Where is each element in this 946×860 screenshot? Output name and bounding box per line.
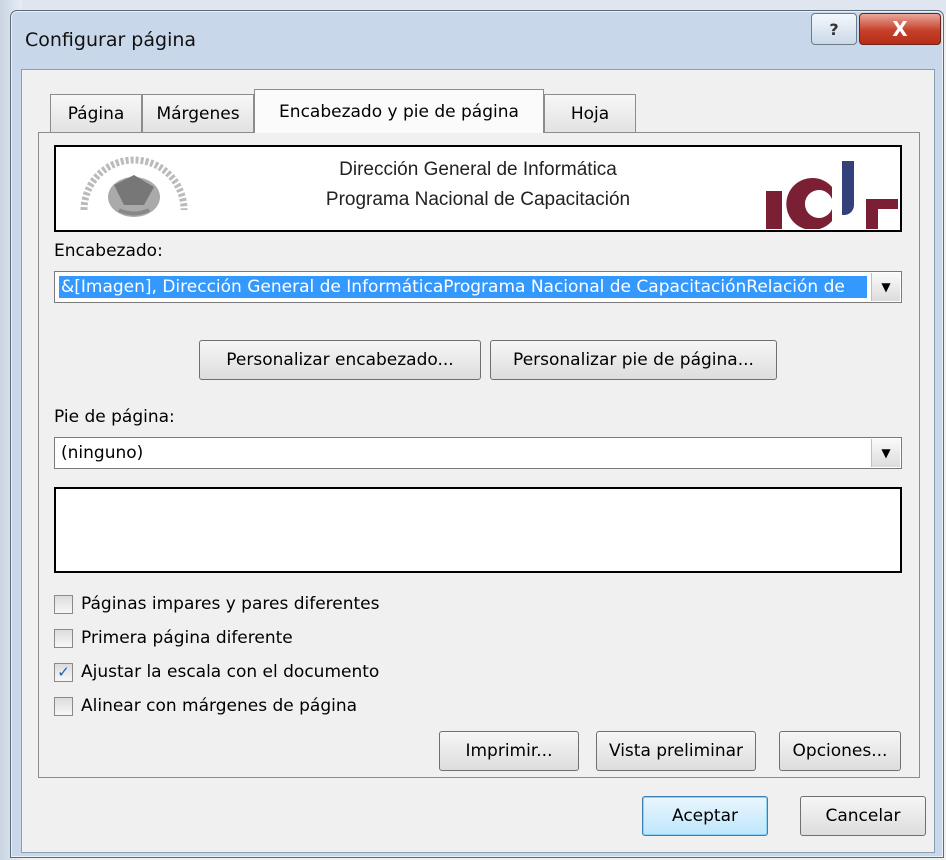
- checkbox-box[interactable]: [54, 594, 73, 614]
- tab-panel: Dirección General de Informática Program…: [38, 132, 920, 778]
- footer-preview: [54, 487, 902, 573]
- checkbox-label: Primera página diferente: [81, 628, 293, 648]
- footer-label: Pie de página:: [54, 407, 175, 427]
- checkbox-box[interactable]: [54, 696, 73, 716]
- tab-margenes[interactable]: Márgenes: [142, 94, 254, 132]
- ok-button[interactable]: Aceptar: [642, 796, 768, 836]
- checkbox-label: Alinear con márgenes de página: [81, 696, 358, 716]
- header-combobox-value: &[Imagen], Dirección General de Informát…: [59, 276, 867, 298]
- checkbox-label: Páginas impares y pares diferentes: [81, 594, 380, 614]
- title-bar[interactable]: Configurar página ? X: [11, 11, 943, 69]
- chevron-down-icon[interactable]: ▼: [871, 273, 900, 301]
- checkbox-first-page[interactable]: Primera página diferente: [54, 625, 293, 651]
- page-setup-dialog: Configurar página ? X Página Márgenes En…: [10, 10, 944, 858]
- checkbox-scale-with-document[interactable]: ✓ Ajustar la escala con el documento: [54, 659, 379, 685]
- options-button[interactable]: Opciones...: [779, 731, 901, 771]
- footer-combobox-value: (ninguno): [61, 443, 144, 463]
- header-combobox[interactable]: &[Imagen], Dirección General de Informát…: [54, 271, 902, 303]
- tab-hoja[interactable]: Hoja: [544, 94, 636, 132]
- header-preview: Dirección General de Informática Program…: [54, 145, 902, 232]
- tab-encabezado-pie[interactable]: Encabezado y pie de página: [254, 89, 544, 133]
- dgi-logo: [766, 161, 898, 229]
- header-label-text: Encabezado:: [54, 241, 163, 261]
- custom-header-button[interactable]: Personalizar encabezado...: [199, 340, 481, 380]
- header-label: Encabezado:: [54, 241, 163, 261]
- footer-combobox[interactable]: (ninguno) ▼: [54, 437, 902, 469]
- checkbox-label: Ajustar la escala con el documento: [81, 662, 380, 682]
- cancel-button[interactable]: Cancelar: [800, 796, 926, 836]
- tab-pagina[interactable]: Página: [50, 94, 142, 132]
- window-title: Configurar página: [25, 29, 197, 51]
- help-button[interactable]: ?: [811, 13, 857, 45]
- checkmark-icon[interactable]: ✓: [54, 662, 73, 682]
- checkbox-align-margins[interactable]: Alinear con márgenes de página: [54, 693, 357, 719]
- checkbox-box[interactable]: [54, 628, 73, 648]
- close-button[interactable]: X: [859, 13, 941, 45]
- custom-footer-button[interactable]: Personalizar pie de página...: [490, 340, 777, 380]
- print-button[interactable]: Imprimir...: [439, 731, 579, 771]
- print-preview-button[interactable]: Vista preliminar: [596, 731, 756, 771]
- chevron-down-icon[interactable]: ▼: [871, 439, 900, 467]
- dialog-client-area: Página Márgenes Encabezado y pie de pági…: [21, 69, 935, 853]
- checkbox-odd-even[interactable]: Páginas impares y pares diferentes: [54, 591, 380, 617]
